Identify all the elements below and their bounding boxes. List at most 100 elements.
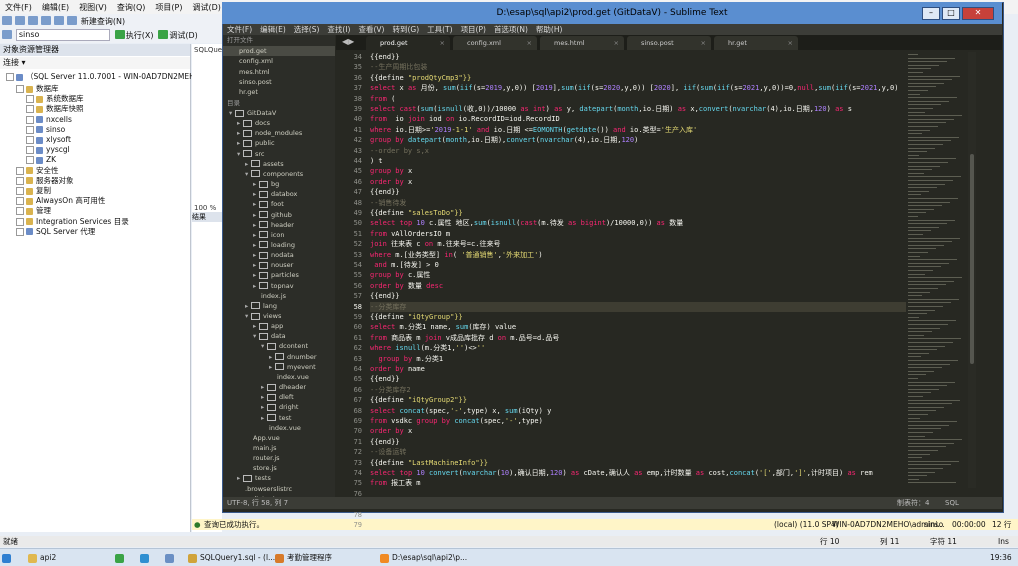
expand-icon[interactable] — [26, 146, 34, 155]
scrollbar-thumb[interactable] — [970, 154, 974, 364]
tree-item[interactable]: nxcells — [26, 115, 72, 125]
code-line[interactable]: {{define "salesToDo"}} — [370, 208, 463, 218]
code-line[interactable]: {{end}} — [370, 187, 400, 197]
code-line[interactable]: group by m.分类1 — [370, 354, 443, 364]
tree-node[interactable]: ▸ nouser — [253, 260, 293, 270]
server-node[interactable]: （SQL Server 11.0.7001 - WIN-0AD7DN2MEHO\… — [6, 72, 220, 82]
code-line[interactable]: where isnull(m.分类1,'')<>'' — [370, 343, 485, 353]
tab-sinso-post[interactable]: sinso.post × — [627, 36, 711, 50]
tab-config-xml[interactable]: config.xml × — [453, 36, 537, 50]
code-line[interactable]: order by x — [370, 426, 412, 436]
code-line[interactable]: select top 10 convert(nvarchar(10),确认日期,… — [370, 468, 873, 478]
code-line[interactable]: --销售待发 — [370, 198, 406, 208]
code-line[interactable]: select top 10 c.属性 地区,sum(isnull(cast(m.… — [370, 218, 683, 228]
ssms-menu-item[interactable]: 编辑(E) — [37, 0, 74, 13]
tree-node[interactable]: ▾ GitDataV — [229, 108, 276, 118]
results-tab[interactable]: 结果 — [192, 212, 222, 222]
menu-item[interactable]: 编辑(E) — [256, 25, 290, 34]
ssms-menu-item[interactable]: 文件(F) — [0, 0, 37, 13]
expand-icon[interactable] — [26, 115, 34, 124]
tree-node[interactable]: ▸ foot — [253, 199, 284, 209]
menu-item[interactable]: 选择(S) — [290, 25, 324, 34]
zoom-level[interactable]: 100 % — [194, 204, 216, 212]
menu-item[interactable]: 查找(I) — [323, 25, 354, 34]
open-file-item[interactable]: sinso.post — [239, 77, 272, 87]
tree-node[interactable]: index.vue — [269, 423, 301, 433]
taskbar-item-ssms[interactable]: SQLQuery1.sql - (l... — [188, 551, 275, 564]
menu-item[interactable]: 工具(T) — [423, 25, 456, 34]
code-line[interactable]: from vsdkc group by concat(spec,'-',type… — [370, 416, 543, 426]
open-file-item[interactable]: config.xml — [239, 56, 273, 66]
open-file-item[interactable]: hr.get — [239, 87, 258, 97]
code-line[interactable]: group by x — [370, 166, 412, 176]
save-icon[interactable] — [54, 16, 64, 25]
ssms-menu-item[interactable]: 视图(V) — [74, 0, 112, 13]
connect-button[interactable]: 连接 ▾ — [0, 57, 190, 69]
tree-item[interactable]: 安全性 — [16, 166, 59, 176]
taskbar-item-kaoqin[interactable]: 考勤管理程序 — [275, 551, 332, 564]
tree-node[interactable]: ▸ myevent — [269, 362, 316, 372]
menu-item[interactable]: 文件(F) — [223, 25, 256, 34]
expand-icon[interactable] — [16, 217, 24, 226]
tab-close-icon[interactable]: × — [701, 36, 706, 50]
tree-item[interactable]: 管理 — [16, 206, 51, 216]
tree-node[interactable]: store.js — [253, 463, 277, 473]
tab-close-icon[interactable]: × — [614, 36, 619, 50]
tree-node[interactable]: ▸ test — [261, 413, 291, 423]
open-file-item[interactable]: prod.get — [223, 46, 335, 56]
expand-icon[interactable] — [26, 125, 34, 134]
tab-mes-html[interactable]: mes.html × — [540, 36, 624, 50]
code-line[interactable]: select concat(spec,'-',type) x, sum(iQty… — [370, 406, 551, 416]
tree-item[interactable]: Integration Services 目录 — [16, 217, 129, 227]
tree-node[interactable]: ▸ dleft — [261, 392, 294, 402]
code-line[interactable]: order by x — [370, 177, 412, 187]
tree-item[interactable]: 服务器对象 — [16, 176, 74, 186]
tree-node[interactable]: ▸ nodata — [253, 250, 294, 260]
tab-nav-icon[interactable]: ◀▶ — [342, 37, 354, 46]
tab-size[interactable]: 制表符：4 — [897, 497, 929, 509]
code-line[interactable]: --分类库存 — [370, 301, 906, 312]
tree-node[interactable]: ▸ docs — [237, 118, 270, 128]
tree-node[interactable]: ▸ tests — [237, 473, 271, 483]
tree-item[interactable]: 系统数据库 — [26, 94, 84, 104]
tree-node[interactable]: ▾ dcontent — [261, 341, 308, 351]
close-icon[interactable]: ✕ — [962, 7, 994, 20]
code-line[interactable]: --生产周期比包装 — [370, 62, 427, 72]
ssms-menu-item[interactable]: 查询(Q) — [112, 0, 151, 13]
ssms-menu-item[interactable]: 项目(P) — [150, 0, 187, 13]
code-line[interactable]: {{end}} — [370, 374, 400, 384]
code-line[interactable]: {{end}} — [370, 291, 400, 301]
tree-node[interactable]: ▸ dheader — [261, 382, 306, 392]
tree-item[interactable]: ZK — [26, 155, 56, 165]
tree-node[interactable]: main.js — [253, 443, 277, 453]
code-editor[interactable]: {{end}} --生产周期比包装 {{define "prodQtyCmp3"}}… — [370, 52, 906, 488]
tab-close-icon[interactable]: × — [788, 36, 793, 50]
tree-item[interactable]: yyscgl — [26, 145, 70, 155]
syntax-mode[interactable]: SQL — [945, 497, 959, 509]
menu-item[interactable]: 项目(P) — [457, 25, 490, 34]
code-line[interactable]: from io join iod on io.RecordID=iod.Reco… — [370, 114, 560, 124]
tree-item[interactable]: SQL Server 代理 — [16, 227, 95, 237]
code-line[interactable]: {{end}} — [370, 437, 400, 447]
expand-icon[interactable] — [26, 105, 34, 114]
debug-icon[interactable] — [158, 30, 169, 39]
tree-node[interactable]: ▸ public — [237, 138, 275, 148]
tree-node[interactable]: ▾ views — [245, 311, 281, 321]
tab-prod-get[interactable]: prod.get × — [366, 36, 450, 50]
taskbar-item-sublime[interactable]: D:\esap\sql\api2\p... — [380, 551, 467, 564]
tree-node[interactable]: ▸ loading — [253, 240, 295, 250]
code-line[interactable]: select cast(sum(isnull(收,0))/10000 as in… — [370, 104, 852, 114]
tree-node[interactable]: ▸ databox — [253, 189, 297, 199]
code-line[interactable]: from vAllOrdersIO m — [370, 229, 450, 239]
tree-node[interactable]: ▸ particles — [253, 270, 299, 280]
tree-item[interactable]: 复制 — [16, 186, 51, 196]
code-line[interactable]: select m.分类1 name, sum(库存) value — [370, 322, 516, 332]
tree-node[interactable]: router.js — [253, 453, 280, 463]
menu-item[interactable]: 首选项(N) — [490, 25, 532, 34]
tree-node[interactable]: ▸ github — [253, 210, 292, 220]
tree-node[interactable]: ▾ data — [253, 331, 286, 341]
tab-close-icon[interactable]: × — [527, 36, 532, 50]
code-line[interactable]: --order by s,x — [370, 146, 429, 156]
code-line[interactable]: {{define "LastMachineInfo"}} — [370, 458, 488, 468]
tree-node[interactable]: index.js — [261, 291, 286, 301]
